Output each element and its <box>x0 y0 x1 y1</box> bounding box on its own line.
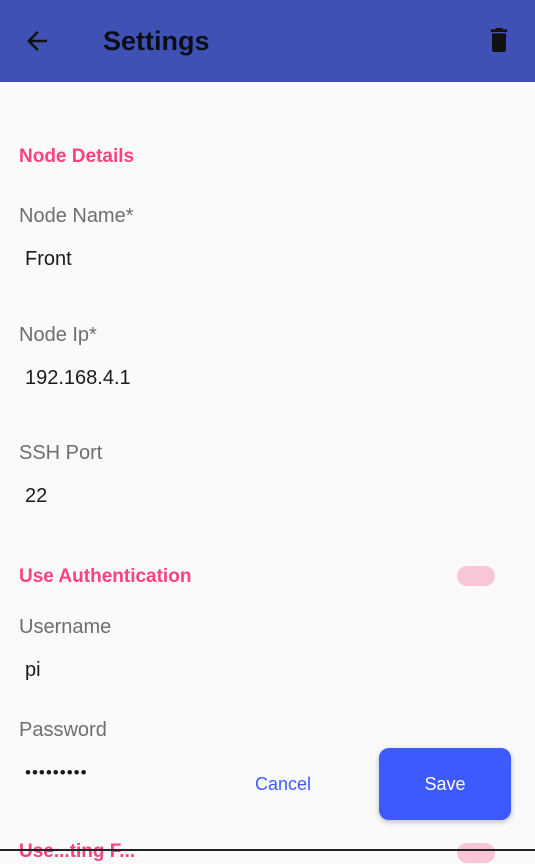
node-ip-input[interactable] <box>19 360 509 396</box>
ssh-port-label: SSH Port <box>19 442 103 464</box>
node-name-input[interactable] <box>19 241 509 277</box>
save-button[interactable]: Save <box>379 748 511 820</box>
node-ip-label: Node Ip* <box>19 324 97 346</box>
arrow-left-icon[interactable] <box>22 26 52 56</box>
page-title: Settings <box>103 26 210 56</box>
next-section-toggle[interactable] <box>457 843 495 863</box>
trash-icon[interactable] <box>485 24 513 56</box>
ssh-port-input[interactable] <box>19 478 509 514</box>
next-section-heading: Use...ting F... <box>19 841 136 862</box>
username-label: Username <box>19 616 112 638</box>
app-bar: Settings <box>0 0 535 82</box>
password-label: Password <box>19 719 107 741</box>
node-details-heading: Node Details <box>19 146 135 167</box>
username-input[interactable] <box>19 652 509 688</box>
use-authentication-heading: Use Authentication <box>19 566 192 587</box>
use-authentication-toggle[interactable] <box>457 566 495 586</box>
node-name-label: Node Name* <box>19 205 134 227</box>
cancel-button[interactable]: Cancel <box>237 764 329 804</box>
password-input[interactable] <box>19 755 219 791</box>
